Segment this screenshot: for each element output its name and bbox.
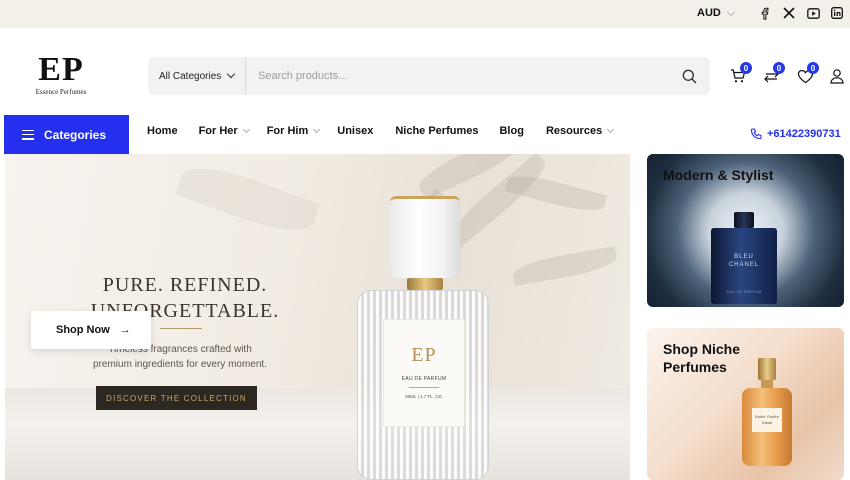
- nav-item-home[interactable]: Home: [147, 125, 178, 137]
- nav-item-unisex[interactable]: Unisex: [337, 125, 373, 137]
- nav-item-label: Resources: [545, 125, 603, 137]
- category-select[interactable]: All Categories: [148, 57, 246, 95]
- bottle-body: BLEU CHANEL EAU DE PARFUM: [711, 228, 777, 304]
- phone-link[interactable]: +61422390731: [750, 128, 841, 140]
- compare-count-badge: 0: [773, 62, 785, 74]
- promo-card-title: Shop Niche Perfumes: [663, 340, 740, 376]
- hero-subtitle-line: premium ingredients for every moment.: [93, 359, 267, 370]
- search-input[interactable]: [258, 57, 658, 95]
- logo-tagline: Essence Perfumes: [35, 88, 87, 96]
- arrow-right-icon: →: [119, 324, 131, 336]
- nav-item-resources[interactable]: Resources: [545, 125, 615, 137]
- user-icon: [830, 69, 844, 84]
- main-nav: Home For Her For Him Unisex Niche Perfum…: [147, 125, 615, 137]
- top-bar: AUD: [0, 0, 850, 28]
- nav-item-label: For Her: [198, 125, 238, 137]
- nav-item-label: Niche Perfumes: [395, 125, 479, 137]
- site-logo[interactable]: EP Essence Perfumes: [28, 51, 94, 97]
- categories-button[interactable]: Categories: [4, 115, 129, 154]
- search-bar: All Categories: [148, 57, 710, 95]
- promo-card-title-line: Perfumes: [663, 359, 727, 375]
- bottle-label-mark: EP: [411, 344, 437, 366]
- discover-collection-button[interactable]: DISCOVER THE COLLECTION: [96, 386, 257, 410]
- currency-label: AUD: [697, 7, 721, 19]
- bottle-cap: [758, 358, 776, 380]
- leaf-shadow: [175, 156, 321, 242]
- search-icon[interactable]: [680, 67, 698, 85]
- bottle-cap: [734, 212, 754, 228]
- bottle-label-type: EAU DE PARFUM: [401, 376, 447, 382]
- bottle-cap: [390, 196, 460, 278]
- category-select-label: All Categories: [159, 70, 222, 82]
- shop-now-label: Shop Now: [56, 324, 110, 336]
- chevron-down-icon: [313, 125, 321, 134]
- nav-item-label: Home: [147, 125, 178, 137]
- phone-icon: [750, 128, 762, 140]
- nav-item-for-him[interactable]: For Him: [266, 125, 321, 137]
- chevron-down-icon: [242, 125, 250, 134]
- blue-perfume-bottle-image: BLEU CHANEL EAU DE PARFUM: [711, 212, 777, 304]
- promo-card-title-line: Shop Niche: [663, 341, 741, 357]
- bottle-neck: [407, 278, 443, 290]
- bottle-text: CHANEL: [728, 262, 760, 268]
- nav-item-for-her[interactable]: For Her: [198, 125, 250, 137]
- bottle-text: Extrait: [762, 421, 772, 425]
- bottle-neck: [761, 380, 773, 388]
- bottle-body: Noble Ondée Extrait: [742, 388, 792, 466]
- bottle-label: EP EAU DE PARFUM 50ML | 1.7 FL. OZ.: [383, 319, 465, 427]
- promo-card-niche-perfumes[interactable]: Shop Niche Perfumes Noble Ondée Extrait: [647, 328, 844, 480]
- nav-item-niche-perfumes[interactable]: Niche Perfumes: [395, 125, 478, 137]
- categories-label: Categories: [44, 127, 107, 142]
- chevron-down-icon: [607, 125, 615, 134]
- bottle-text: BLEU: [734, 254, 754, 260]
- nav-item-blog[interactable]: Blog: [499, 125, 523, 137]
- hamburger-icon: [22, 129, 34, 140]
- chevron-down-icon: [227, 69, 236, 79]
- phone-number: +61422390731: [767, 128, 841, 140]
- nav-item-label: Blog: [499, 125, 524, 137]
- facebook-icon[interactable]: [758, 6, 772, 20]
- account-button[interactable]: [827, 66, 847, 86]
- youtube-icon[interactable]: [806, 6, 820, 20]
- hero-divider: [160, 328, 202, 329]
- logo-mark: EP: [38, 51, 84, 88]
- leaf-shadow: [505, 169, 608, 217]
- hero-title-line: PURE. REFINED.: [102, 274, 268, 296]
- cart-count-badge: 0: [740, 62, 752, 74]
- nav-item-label: Unisex: [337, 125, 374, 137]
- linkedin-icon[interactable]: [830, 6, 844, 20]
- x-icon[interactable]: [782, 6, 796, 20]
- bottle-label-divider: [409, 387, 439, 388]
- cart-button[interactable]: 0: [728, 62, 752, 86]
- shop-now-button[interactable]: Shop Now →: [31, 311, 151, 349]
- wishlist-button[interactable]: 0: [795, 62, 819, 86]
- promo-card-title: Modern & Stylist: [663, 167, 774, 183]
- bottle-label: Noble Ondée Extrait: [752, 408, 782, 432]
- nav-item-label: For Him: [266, 125, 309, 137]
- currency-selector[interactable]: AUD: [697, 7, 736, 19]
- compare-button[interactable]: 0: [761, 62, 785, 86]
- leaf-shadow: [511, 246, 619, 286]
- perfume-bottle-image: EP EAU DE PARFUM 50ML | 1.7 FL. OZ.: [355, 194, 495, 480]
- promo-card-modern-stylist[interactable]: Modern & Stylist BLEU CHANEL EAU DE PARF…: [647, 154, 844, 307]
- chevron-down-icon: [726, 7, 736, 16]
- wishlist-count-badge: 0: [807, 62, 819, 74]
- bottle-label-volume: 50ML | 1.7 FL. OZ.: [405, 394, 443, 399]
- amber-perfume-bottle-image: Noble Ondée Extrait: [742, 358, 792, 468]
- bottle-text: EAU DE PARFUM: [726, 290, 762, 294]
- bottle-text: Noble Ondée: [755, 415, 779, 419]
